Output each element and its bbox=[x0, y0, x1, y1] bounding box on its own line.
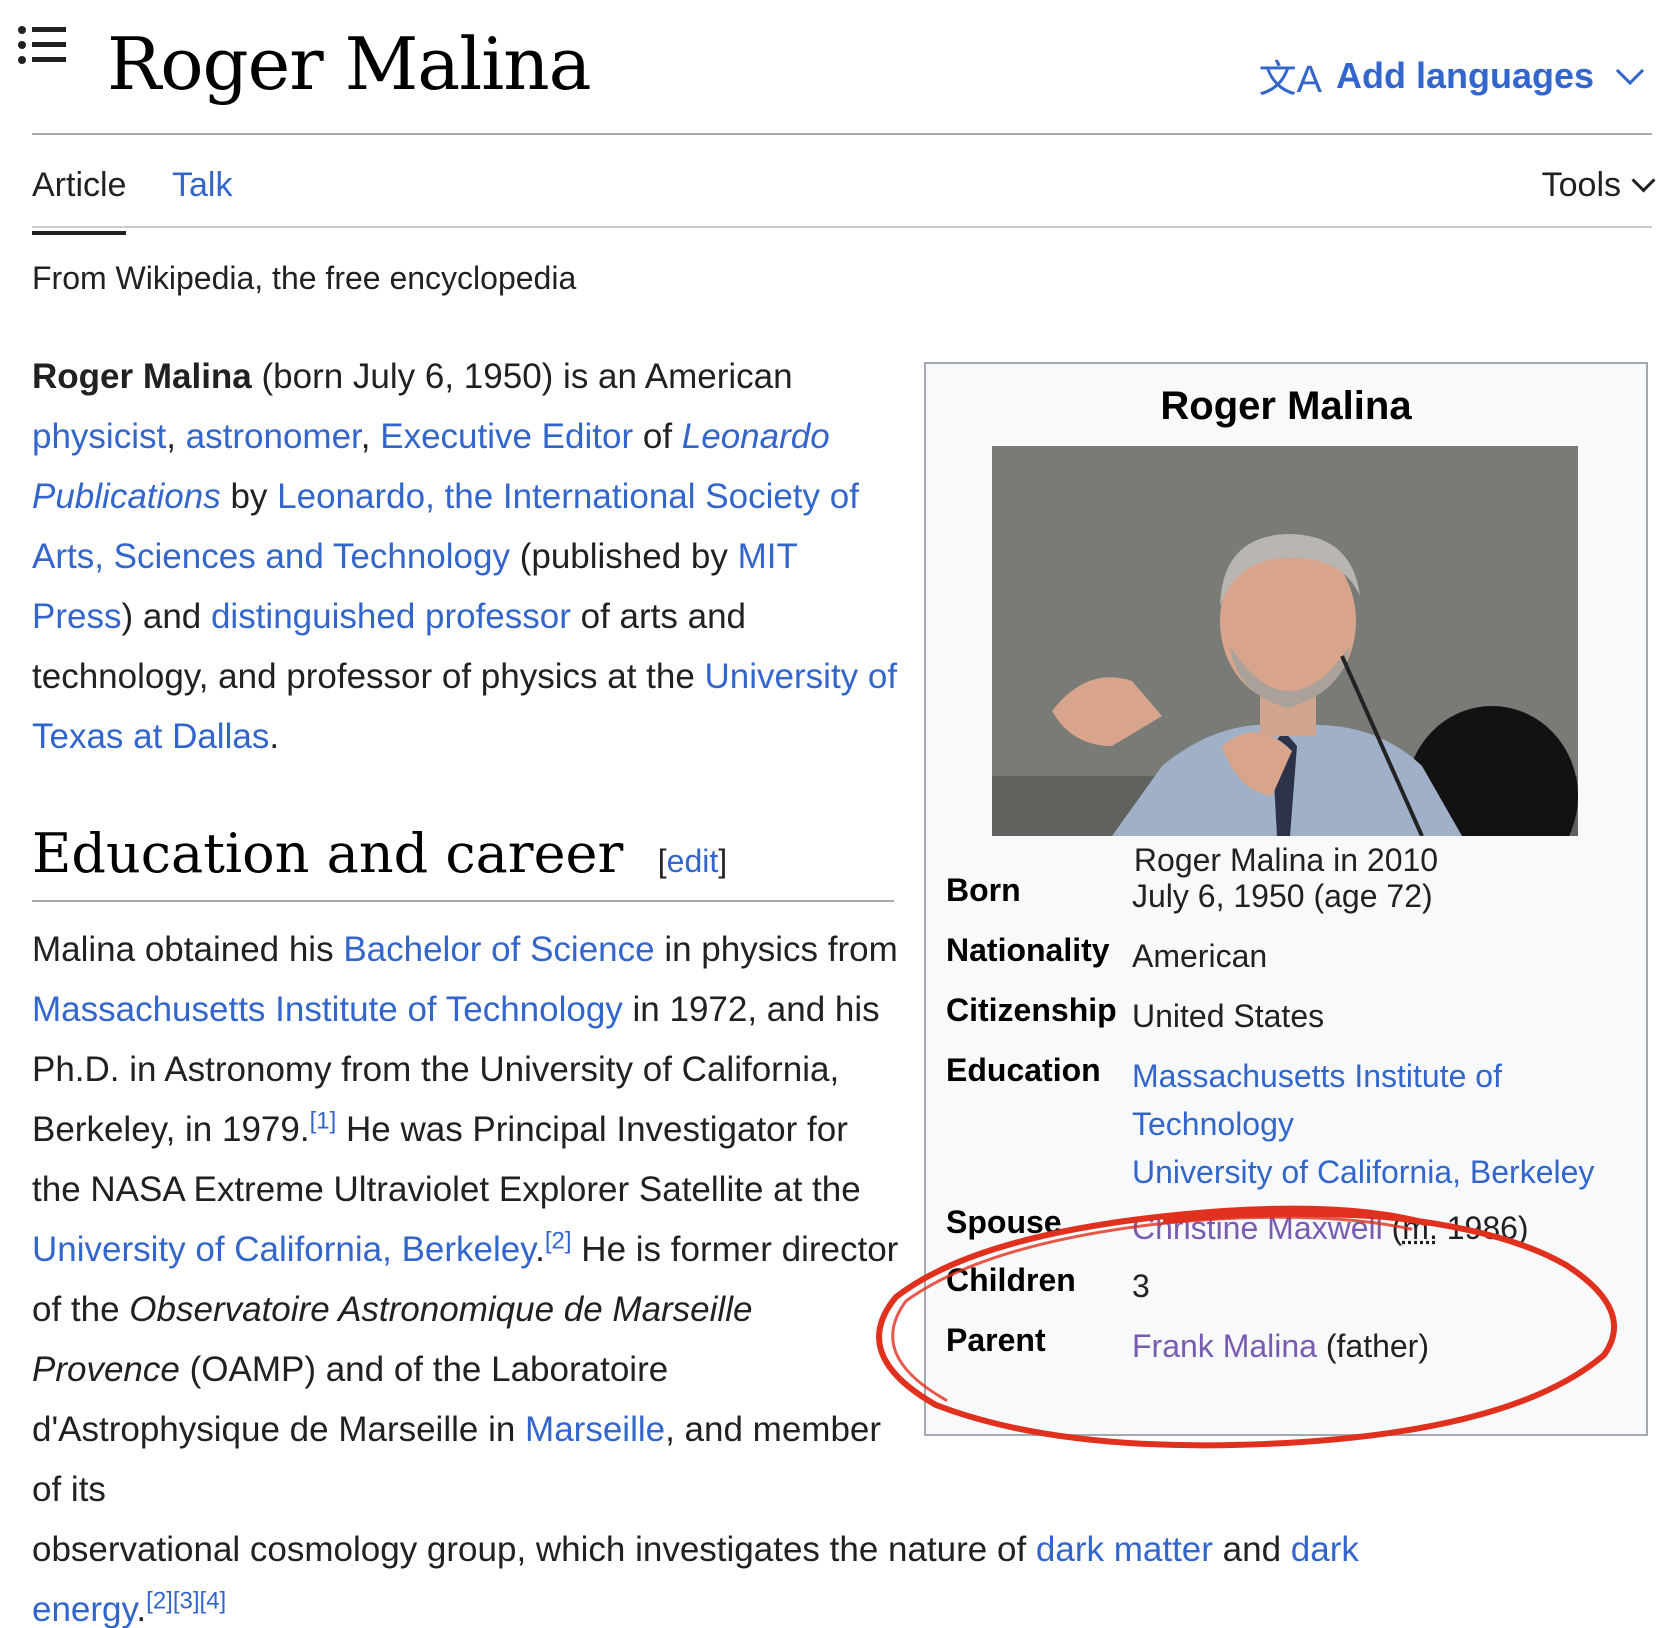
ref-link[interactable]: [2][3][4] bbox=[146, 1587, 226, 1614]
text: observational cosmology group, which inv… bbox=[32, 1530, 1036, 1569]
born-value: July 6, 1950 (age 72) bbox=[1132, 872, 1632, 920]
ref-link[interactable]: [2] bbox=[545, 1227, 572, 1254]
text: , bbox=[166, 417, 185, 456]
reference: [2] bbox=[545, 1227, 572, 1254]
link-uc-berkeley[interactable]: University of California, Berkeley bbox=[32, 1230, 535, 1269]
spouse-label: Spouse bbox=[946, 1204, 1062, 1241]
bracket: [ bbox=[658, 843, 667, 879]
text: 1986) bbox=[1438, 1210, 1529, 1246]
nationality-value: American bbox=[1132, 932, 1632, 980]
link-physicist[interactable]: physicist bbox=[32, 417, 166, 456]
text: and bbox=[1213, 1530, 1291, 1569]
tools-menu-button[interactable]: Tools bbox=[1542, 166, 1652, 205]
add-languages-label: Add languages bbox=[1336, 55, 1594, 97]
married-abbr: m. bbox=[1402, 1210, 1438, 1246]
parent-value: Frank Malina (father) bbox=[1132, 1322, 1632, 1370]
chevron-down-icon bbox=[1616, 56, 1644, 84]
link-mit[interactable]: Massachusetts Institute of Technology bbox=[1132, 1058, 1502, 1142]
bracket: ] bbox=[718, 843, 727, 879]
citizenship-value: United States bbox=[1132, 992, 1632, 1040]
subject-name: Roger Malina bbox=[32, 357, 252, 396]
text: by bbox=[221, 477, 277, 516]
site-tagline: From Wikipedia, the free encyclopedia bbox=[32, 260, 576, 297]
children-value: 3 bbox=[1132, 1262, 1632, 1310]
infobox-title: Roger Malina bbox=[926, 384, 1646, 429]
portrait-image bbox=[992, 446, 1578, 836]
nationality-label: Nationality bbox=[946, 932, 1110, 969]
text: ( bbox=[1383, 1210, 1403, 1246]
section-heading: Education and career bbox=[32, 822, 623, 885]
text: Malina obtained his bbox=[32, 930, 343, 969]
career-paragraph-continued: observational cosmology group, which inv… bbox=[32, 1520, 1472, 1628]
reference: [1] bbox=[310, 1107, 337, 1134]
spouse-value: Christine Maxwell (m. 1986) bbox=[1132, 1204, 1632, 1252]
reference: [2][3][4] bbox=[146, 1587, 226, 1614]
tools-label: Tools bbox=[1542, 166, 1621, 205]
link-marseille[interactable]: Marseille bbox=[525, 1410, 665, 1449]
education-label: Education bbox=[946, 1052, 1101, 1089]
section-education-career: Education and career [edit] bbox=[32, 822, 894, 902]
ref-link[interactable]: [1] bbox=[310, 1107, 337, 1134]
text: . bbox=[269, 717, 279, 756]
link-mit[interactable]: Massachusetts Institute of Technology bbox=[32, 990, 623, 1029]
menu-icon[interactable] bbox=[18, 24, 68, 66]
born-label: Born bbox=[946, 872, 1021, 909]
edit-link[interactable]: edit bbox=[667, 843, 719, 879]
parent-label: Parent bbox=[946, 1322, 1046, 1359]
tab-article[interactable]: Article bbox=[32, 166, 126, 235]
portrait-photo[interactable] bbox=[992, 446, 1578, 836]
link-astronomer[interactable]: astronomer bbox=[186, 417, 361, 456]
link-bachelor-of-science[interactable]: Bachelor of Science bbox=[343, 930, 654, 969]
text: (father) bbox=[1317, 1328, 1429, 1364]
text: . bbox=[535, 1230, 545, 1269]
link-executive-editor[interactable]: Executive Editor bbox=[380, 417, 633, 456]
text: (published by bbox=[510, 537, 738, 576]
translate-icon: 文A bbox=[1259, 48, 1322, 103]
page-tabs: Article Talk Tools bbox=[32, 140, 1652, 228]
link-uc-berkeley[interactable]: University of California, Berkeley bbox=[1132, 1154, 1594, 1190]
link-distinguished-professor[interactable]: distinguished professor bbox=[211, 597, 571, 636]
title-divider bbox=[32, 133, 1652, 135]
children-label: Children bbox=[946, 1262, 1076, 1299]
intro-paragraph: Roger Malina (born July 6, 1950) is an A… bbox=[32, 347, 902, 767]
page-title: Roger Malina bbox=[107, 22, 591, 106]
chevron-down-icon bbox=[1631, 168, 1655, 192]
text: , bbox=[361, 417, 380, 456]
text: in physics from bbox=[655, 930, 898, 969]
text: . bbox=[136, 1590, 146, 1628]
tab-talk[interactable]: Talk bbox=[172, 166, 232, 205]
text: of bbox=[633, 417, 682, 456]
citizenship-label: Citizenship bbox=[946, 992, 1117, 1029]
link-dark-matter[interactable]: dark matter bbox=[1036, 1530, 1213, 1569]
text: ) and bbox=[121, 597, 211, 636]
career-paragraph: Malina obtained his Bachelor of Science … bbox=[32, 920, 902, 1520]
education-value: Massachusetts Institute of Technology Un… bbox=[1132, 1052, 1632, 1196]
text: (born July 6, 1950) is an American bbox=[252, 357, 793, 396]
edit-section-link[interactable]: [edit] bbox=[658, 843, 727, 880]
link-frank-malina[interactable]: Frank Malina bbox=[1132, 1328, 1317, 1364]
link-christine-maxwell[interactable]: Christine Maxwell bbox=[1132, 1210, 1383, 1246]
infobox: Roger Malina Roger Malina in 2010 Born J… bbox=[924, 362, 1648, 1436]
add-languages-button[interactable]: 文A Add languages bbox=[1259, 48, 1640, 103]
